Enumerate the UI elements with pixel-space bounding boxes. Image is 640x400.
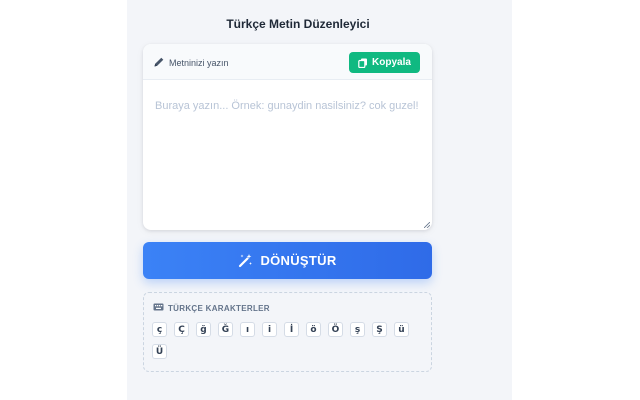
copy-icon xyxy=(358,58,368,68)
char-key[interactable]: ş xyxy=(350,322,365,337)
char-key[interactable]: ö xyxy=(306,322,321,337)
char-key[interactable]: Ş xyxy=(372,322,387,337)
app-title: Türkçe Metin Düzenleyici xyxy=(226,17,370,31)
convert-button[interactable]: DÖNÜŞTÜR xyxy=(143,242,432,279)
resize-handle-icon[interactable] xyxy=(424,222,430,228)
convert-button-label: DÖNÜŞTÜR xyxy=(260,253,337,268)
char-key[interactable]: ç xyxy=(152,322,167,337)
turkish-chars-panel: TÜRKÇE KARAKTERLER ç Ç ğ Ğ ı i İ ö Ö ş Ş… xyxy=(143,292,432,372)
magic-wand-icon xyxy=(239,254,253,268)
char-key[interactable]: ı xyxy=(240,322,255,337)
char-key[interactable]: ü xyxy=(394,322,409,337)
char-key[interactable]: i xyxy=(262,322,277,337)
editor-header: Metninizi yazın Kopyala xyxy=(143,44,432,80)
copy-button[interactable]: Kopyala xyxy=(349,52,420,73)
editor-label: Metninizi yazın xyxy=(169,58,229,68)
editor-card: Metninizi yazın Kopyala Buraya yazın... … xyxy=(143,44,432,230)
char-key[interactable]: Ç xyxy=(174,322,189,337)
char-key[interactable]: İ xyxy=(284,322,299,337)
char-key[interactable]: Ö xyxy=(328,322,343,337)
keyboard-icon xyxy=(153,303,164,311)
char-key[interactable]: Ğ xyxy=(218,322,233,337)
text-input-placeholder: Buraya yazın... Örnek: gunaydin nasilsin… xyxy=(155,100,419,112)
copy-button-label: Kopyala xyxy=(372,57,411,68)
app-panel: Türkçe Metin Düzenleyici Metninizi yazın… xyxy=(127,0,512,400)
char-key[interactable]: ğ xyxy=(196,322,211,337)
turkish-chars-label: TÜRKÇE KARAKTERLER xyxy=(168,304,270,313)
pencil-icon xyxy=(154,57,164,67)
char-key[interactable]: Ü xyxy=(152,344,167,359)
